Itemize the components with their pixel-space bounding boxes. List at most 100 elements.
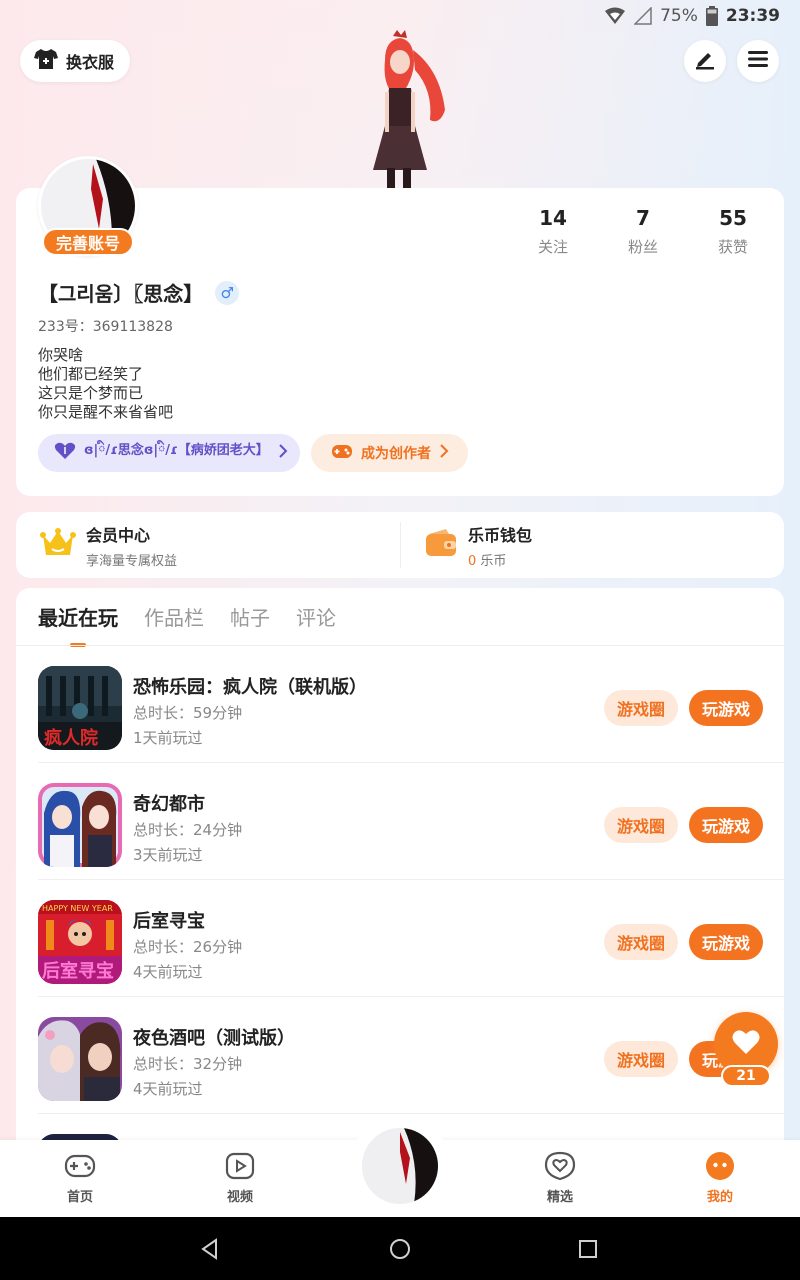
member-center-title: 会员中心 bbox=[86, 525, 151, 545]
game-icon[interactable]: HAPPY NEW YEAR 后室寻宝 bbox=[38, 900, 122, 984]
menu-button[interactable] bbox=[737, 40, 779, 82]
game-duration: 总时长：24分钟 bbox=[133, 821, 243, 839]
game-title[interactable]: 后室寻宝 bbox=[133, 907, 205, 933]
play-game-button[interactable]: 玩游戏 bbox=[689, 924, 763, 960]
game-duration: 总时长：32分钟 bbox=[133, 1055, 243, 1073]
game-icon-text: 疯人院 bbox=[44, 727, 98, 749]
game-icon[interactable]: 疯人院 bbox=[38, 666, 122, 750]
heart-shield-icon bbox=[54, 442, 76, 464]
coin-wallet[interactable]: 乐币钱包 0 乐币 bbox=[400, 512, 784, 578]
username-row: 【그리움〕〖思念】 ♂ bbox=[38, 278, 240, 307]
battery-icon bbox=[705, 6, 718, 26]
game-row[interactable]: 奇幻都市 总时长：24分钟 3天前玩过 游戏圈 玩游戏 bbox=[38, 763, 784, 880]
tab-works[interactable]: 作品栏 bbox=[144, 602, 204, 647]
bio-line: 这只是个梦而已 bbox=[38, 384, 144, 402]
game-duration: 总时长：59分钟 bbox=[133, 704, 243, 722]
guild-chip-label: ɞ|ི/ɾ思念ɞ|ི/ɾ【病娇团老大】 bbox=[84, 442, 269, 458]
avatar-character[interactable] bbox=[345, 30, 455, 190]
nav-home[interactable]: 首页 bbox=[40, 1150, 120, 1205]
game-icon[interactable] bbox=[38, 783, 122, 867]
bio: 你哭啥 他们都已经笑了 这只是个梦而已 你只是醒不来省省吧 bbox=[38, 346, 173, 422]
username: 【그리움〕〖思念】 bbox=[38, 282, 204, 306]
become-creator-label: 成为创作者 bbox=[361, 446, 431, 462]
stat-fans-label: 粉丝 bbox=[627, 238, 658, 256]
home-circle-icon[interactable] bbox=[388, 1237, 412, 1261]
game-circle-button[interactable]: 游戏圈 bbox=[604, 1041, 678, 1077]
tab-recently-played[interactable]: 最近在玩 bbox=[38, 602, 118, 647]
wallet-title: 乐币钱包 bbox=[468, 525, 533, 545]
wallet-amount: 0 bbox=[468, 553, 477, 569]
game-duration: 总时长：26分钟 bbox=[133, 938, 243, 956]
chevron-right-icon bbox=[439, 444, 449, 462]
nav-featured[interactable]: 精选 bbox=[520, 1150, 600, 1205]
game-row[interactable]: HAPPY NEW YEAR 后室寻宝 后室寻宝 总时长：26分钟 4天前玩过 … bbox=[38, 880, 784, 997]
game-last-played: 3天前玩过 bbox=[133, 846, 203, 864]
stat-following-count: 14 bbox=[539, 206, 567, 230]
change-outfit-label: 换衣服 bbox=[66, 53, 115, 72]
game-row[interactable]: 疯人院 恐怖乐园：疯人院（联机版） 总时长：59分钟 1天前玩过 游戏圈 玩游戏 bbox=[38, 646, 784, 763]
battery-text: 75% bbox=[660, 6, 698, 26]
bio-line: 你哭啥 bbox=[38, 346, 84, 364]
profile-tabs: 最近在玩 作品栏 帖子 评论 bbox=[38, 602, 336, 647]
male-gender-icon: ♂ bbox=[215, 280, 240, 305]
wallet-icon bbox=[424, 528, 458, 562]
face-icon bbox=[680, 1150, 760, 1182]
game-title[interactable]: 奇幻都市 bbox=[133, 790, 205, 816]
like-count: 21 bbox=[721, 1065, 771, 1087]
complete-account-badge[interactable]: 完善账号 bbox=[42, 228, 134, 256]
center-avatar-button[interactable] bbox=[362, 1128, 438, 1204]
game-title[interactable]: 夜色酒吧（测试版） bbox=[133, 1024, 295, 1050]
system-nav-bar bbox=[0, 1217, 800, 1280]
stat-following[interactable]: 14 关注 bbox=[508, 206, 598, 257]
stat-following-label: 关注 bbox=[537, 238, 568, 256]
bio-line: 你只是醒不来省省吧 bbox=[38, 403, 174, 421]
crown-icon bbox=[40, 527, 76, 563]
stat-fans[interactable]: 7 粉丝 bbox=[598, 206, 688, 257]
chevron-right-icon bbox=[278, 444, 288, 462]
guild-chip[interactable]: ɞ|ི/ɾ思念ɞ|ི/ɾ【病娇团老大】 bbox=[38, 434, 300, 472]
wallet-sub: 0 乐币 bbox=[468, 550, 532, 569]
stat-likes-label: 获赞 bbox=[717, 238, 748, 256]
status-bar: 75% 23:39 bbox=[0, 0, 800, 34]
game-circle-button[interactable]: 游戏圈 bbox=[604, 690, 678, 726]
edit-profile-button[interactable] bbox=[684, 40, 726, 82]
game-last-played: 4天前玩过 bbox=[133, 963, 203, 981]
clock: 23:39 bbox=[725, 6, 780, 26]
game-last-played: 1天前玩过 bbox=[133, 729, 203, 747]
hamburger-icon bbox=[748, 50, 768, 72]
game-last-played: 4天前玩过 bbox=[133, 1080, 203, 1098]
gamepad-icon bbox=[331, 442, 353, 464]
wifi-icon bbox=[604, 7, 626, 25]
recents-icon[interactable] bbox=[576, 1237, 600, 1261]
profile-stats: 14 关注 7 粉丝 55 获赞 bbox=[508, 206, 778, 257]
game-circle-button[interactable]: 游戏圈 bbox=[604, 924, 678, 960]
play-game-button[interactable]: 玩游戏 bbox=[689, 690, 763, 726]
bio-line: 他们都已经笑了 bbox=[38, 365, 144, 383]
tab-comments[interactable]: 评论 bbox=[296, 602, 336, 647]
wallet-unit: 乐币 bbox=[480, 553, 507, 569]
member-wallet-card: 会员中心 享海量专属权益 乐币钱包 0 乐币 bbox=[16, 512, 784, 578]
shirt-icon bbox=[34, 48, 58, 74]
game-row[interactable]: 夜色酒吧（测试版） 总时长：32分钟 4天前玩过 游戏圈 玩游戏 bbox=[38, 997, 784, 1114]
play-game-button[interactable]: 玩游戏 bbox=[689, 807, 763, 843]
stat-likes-count: 55 bbox=[719, 206, 747, 230]
nav-video-label: 视频 bbox=[226, 1190, 253, 1205]
game-title[interactable]: 恐怖乐园：疯人院（联机版） bbox=[133, 673, 367, 699]
nav-home-label: 首页 bbox=[66, 1190, 93, 1205]
nav-mine[interactable]: 我的 bbox=[680, 1150, 760, 1205]
game-icon-text: 后室寻宝 bbox=[42, 960, 114, 982]
tab-posts[interactable]: 帖子 bbox=[230, 602, 270, 647]
back-icon[interactable] bbox=[198, 1237, 222, 1261]
user-id[interactable]: 233号：369113828 bbox=[38, 316, 173, 336]
nav-video[interactable]: 视频 bbox=[200, 1150, 280, 1205]
stat-fans-count: 7 bbox=[636, 206, 650, 230]
stat-likes[interactable]: 55 获赞 bbox=[688, 206, 778, 257]
game-icon[interactable] bbox=[38, 1017, 122, 1101]
become-creator-chip[interactable]: 成为创作者 bbox=[311, 434, 468, 472]
game-circle-button[interactable]: 游戏圈 bbox=[604, 807, 678, 843]
nav-featured-label: 精选 bbox=[546, 1190, 573, 1205]
member-center[interactable]: 会员中心 享海量专属权益 bbox=[16, 512, 400, 578]
game-icon-banner: HAPPY NEW YEAR bbox=[42, 904, 113, 913]
change-outfit-button[interactable]: 换衣服 bbox=[20, 40, 131, 82]
gamepad-icon bbox=[40, 1150, 120, 1182]
